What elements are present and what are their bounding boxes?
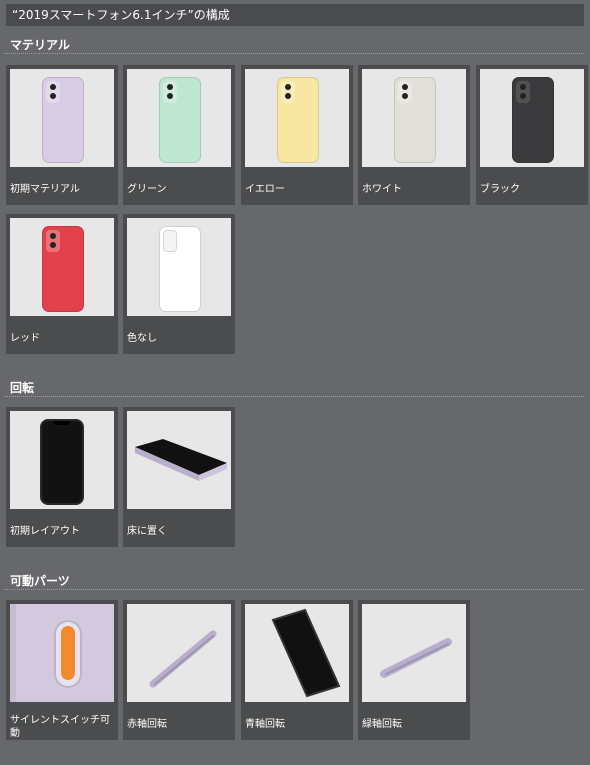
lens-icon xyxy=(520,93,526,99)
phone-back-icon xyxy=(42,77,84,163)
camera-module-icon xyxy=(281,81,295,103)
phone-flat-icon xyxy=(135,439,227,481)
phone-back-thumbnail xyxy=(362,69,466,167)
phone-back-thumbnail xyxy=(245,69,349,167)
camera-module-icon xyxy=(398,81,412,103)
phone-back-icon xyxy=(394,77,436,163)
phone-back-thumbnail xyxy=(127,69,231,167)
phone-back-icon xyxy=(159,226,201,312)
phone-edge-thumbnail xyxy=(127,604,231,702)
phone-flat-thumbnail xyxy=(127,411,231,509)
lens-icon xyxy=(167,93,173,99)
window-title: “2019スマートフォン6.1インチ”の構成 xyxy=(6,4,584,26)
card-label: グリーン xyxy=(127,184,167,195)
section-divider xyxy=(4,589,584,590)
blue-axis-rotation-card[interactable]: 青軸回転 xyxy=(241,600,353,740)
lens-icon xyxy=(285,84,291,90)
phone-edge-thumbnail xyxy=(362,604,466,702)
phone-tilted-thumbnail xyxy=(245,604,349,702)
material-initial-card[interactable]: 初期マテリアル xyxy=(6,65,118,205)
card-label: イエロー xyxy=(245,184,285,195)
card-label: 緑軸回転 xyxy=(362,719,402,730)
silent-switch-thumbnail xyxy=(10,604,114,702)
phone-front-thumbnail xyxy=(10,411,114,509)
material-red-card[interactable]: レッド xyxy=(6,214,118,354)
camera-module-icon xyxy=(46,230,60,252)
material-yellow-card[interactable]: イエロー xyxy=(241,65,353,205)
section-divider xyxy=(4,396,584,397)
phone-back-icon xyxy=(159,77,201,163)
notch-icon xyxy=(54,421,70,425)
lens-icon xyxy=(50,233,56,239)
red-axis-rotation-card[interactable]: 赤軸回転 xyxy=(123,600,235,740)
phone-edge xyxy=(10,604,16,702)
lens-icon xyxy=(402,84,408,90)
card-label: レッド xyxy=(10,333,40,344)
card-label: 初期レイアウト xyxy=(10,526,80,537)
camera-module-icon xyxy=(516,81,530,103)
phone-back-icon xyxy=(512,77,554,163)
lens-icon xyxy=(402,93,408,99)
material-green-card[interactable]: グリーン xyxy=(123,65,235,205)
lens-icon xyxy=(520,84,526,90)
card-label: ブラック xyxy=(480,184,520,195)
camera-module-icon xyxy=(163,230,177,252)
silent-switch-card[interactable]: サイレントスイッチ可動 xyxy=(6,600,118,740)
card-label: 色なし xyxy=(127,333,157,344)
card-label: ホワイト xyxy=(362,184,402,195)
rotation-floor-card[interactable]: 床に置く xyxy=(123,407,235,547)
card-label: 初期マテリアル xyxy=(10,184,80,195)
phone-edge-icon xyxy=(380,638,452,678)
lens-icon xyxy=(50,242,56,248)
phone-tilted-icon xyxy=(271,608,341,698)
lens-icon xyxy=(50,84,56,90)
section-title-movable-parts: 可動パーツ xyxy=(10,574,70,588)
material-black-card[interactable]: ブラック xyxy=(476,65,588,205)
rotation-initial-card[interactable]: 初期レイアウト xyxy=(6,407,118,547)
lens-icon xyxy=(50,93,56,99)
phone-back-icon xyxy=(42,226,84,312)
phone-back-thumbnail xyxy=(480,69,584,167)
lens-icon xyxy=(167,84,173,90)
phone-front-icon xyxy=(40,419,84,505)
lens-icon xyxy=(285,93,291,99)
phone-back-thumbnail xyxy=(10,218,114,316)
material-none-card[interactable]: 色なし xyxy=(123,214,235,354)
card-label: 青軸回転 xyxy=(245,719,285,730)
material-white-card[interactable]: ホワイト xyxy=(358,65,470,205)
section-title-rotation: 回転 xyxy=(10,381,35,395)
phone-back-thumbnail xyxy=(127,218,231,316)
card-label: 床に置く xyxy=(127,526,167,537)
section-title-material: マテリアル xyxy=(10,38,70,52)
phone-back-icon xyxy=(277,77,319,163)
silent-switch-icon xyxy=(61,626,75,680)
section-divider xyxy=(4,53,584,54)
green-axis-rotation-card[interactable]: 緑軸回転 xyxy=(358,600,470,740)
card-label: サイレントスイッチ可動 xyxy=(10,715,110,739)
phone-back-thumbnail xyxy=(10,69,114,167)
camera-module-icon xyxy=(46,81,60,103)
phone-edge-icon xyxy=(149,630,217,688)
camera-module-icon xyxy=(163,81,177,103)
card-label: 赤軸回転 xyxy=(127,719,167,730)
